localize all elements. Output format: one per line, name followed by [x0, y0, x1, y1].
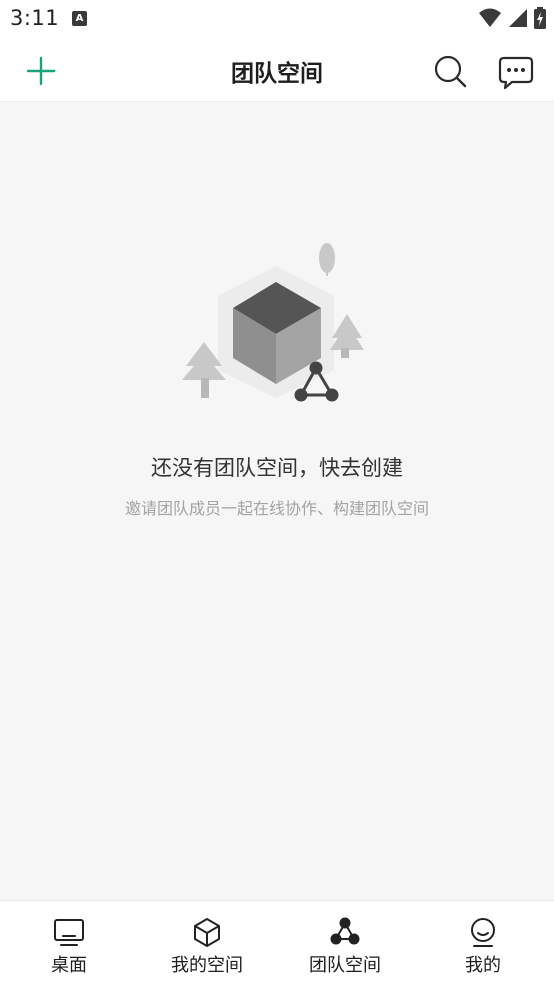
battery-icon [534, 7, 546, 29]
bottom-nav: 桌面 我的空间 团队空间 我的 [0, 900, 554, 984]
cube-icon [194, 918, 220, 947]
nav-tab-team-space[interactable]: 团队空间 [276, 901, 414, 984]
search-button[interactable] [430, 52, 470, 92]
nav-tab-profile[interactable]: 我的 [414, 901, 552, 984]
nav-label-team-space: 团队空间 [309, 955, 381, 976]
status-time: 3:11 [10, 6, 60, 30]
team-icon [330, 917, 360, 945]
notification-app-icon: A [72, 11, 87, 26]
messages-button[interactable] [496, 52, 536, 92]
chat-bubble-icon [498, 56, 534, 90]
search-icon [434, 55, 467, 88]
nav-label-desktop: 桌面 [51, 955, 87, 976]
empty-state-subtitle: 邀请团队成员一起在线协作、构建团队空间 [124, 499, 429, 518]
status-bar: 3:11 A [0, 0, 554, 38]
app-bar: 团队空间 [0, 38, 554, 102]
nav-tab-my-space[interactable]: 我的空间 [138, 901, 276, 984]
profile-icon [471, 918, 495, 947]
nav-label-profile: 我的 [465, 955, 501, 976]
nav-label-my-space: 我的空间 [171, 955, 243, 976]
desktop-icon [54, 919, 84, 946]
signal-icon [509, 9, 527, 27]
status-icons [478, 7, 546, 29]
nav-tab-desktop[interactable]: 桌面 [0, 901, 138, 984]
empty-state-illustration [176, 238, 376, 408]
wifi-icon [479, 8, 501, 27]
page-title: 团队空间 [231, 61, 323, 87]
empty-state-title: 还没有团队空间，快去创建 [151, 456, 403, 480]
